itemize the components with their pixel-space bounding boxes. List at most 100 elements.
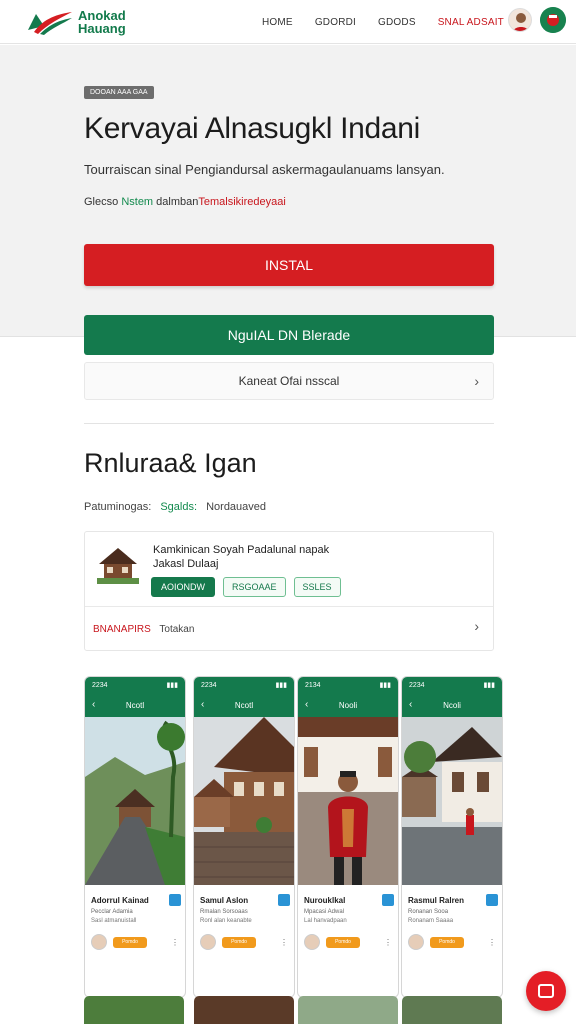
language-flag-icon[interactable] bbox=[540, 7, 566, 33]
phone-status-bar: 2234 ▮▮▮ bbox=[194, 677, 294, 693]
nav-item-2[interactable]: GDORDI bbox=[315, 17, 356, 28]
status-badge[interactable]: Pomdo bbox=[113, 936, 147, 948]
phone-place-name: Samul Aslon bbox=[200, 896, 249, 905]
more-icon[interactable]: ⋮ bbox=[171, 938, 179, 947]
hero-meta: Glecso Nstem dalmbanTemalsikiredeyaai bbox=[84, 196, 286, 208]
phone-footer: Pomdo ⋮ bbox=[408, 934, 496, 950]
chat-icon bbox=[538, 984, 554, 998]
phone-info: Rasmul Ralren Ronanan Sooa Ronanam Saaaa… bbox=[402, 890, 502, 950]
nav-accent-link[interactable]: SNAL ADSAIT bbox=[438, 17, 504, 28]
phone-mockup-2[interactable]: 2234 ▮▮▮ ‹ Ncotl Samul Aslon Rmalan Sorsoa… bbox=[193, 676, 295, 998]
avatar bbox=[408, 934, 424, 950]
phone-footer: Pomdo ⋮ bbox=[304, 934, 392, 950]
verified-badge-icon bbox=[278, 894, 290, 906]
phone-status-bar: 2134 ▮▮▮ bbox=[298, 677, 398, 693]
phone-photo-rain bbox=[402, 717, 502, 885]
phone-mockup-3[interactable]: 2134 ▮▮▮ ‹ Nooli Nurouklkal Mpacasi Adwal … bbox=[297, 676, 399, 998]
phone-info: Adorrul Kainad Pecclar Adamia Sasl atman… bbox=[85, 890, 185, 950]
more-icon[interactable]: ⋮ bbox=[384, 938, 392, 947]
card-footer-text: Totakan bbox=[159, 624, 195, 635]
chip-tertiary[interactable]: SSLES bbox=[293, 577, 341, 597]
next-row-photo-4 bbox=[402, 996, 502, 1024]
next-row-photo-2 bbox=[194, 996, 294, 1024]
phone-photo-house bbox=[194, 717, 294, 885]
phone-meta: Ronl alan keanabte bbox=[200, 918, 252, 924]
phone-location: Mpacasi Adwal bbox=[304, 909, 345, 915]
chevron-right-icon[interactable]: › bbox=[474, 618, 479, 634]
phone-location: Pecclar Adamia bbox=[91, 909, 133, 915]
phone-nav-bar: ‹ Nooli bbox=[298, 693, 398, 717]
back-icon[interactable]: ‹ bbox=[201, 699, 204, 710]
chip-secondary[interactable]: RSGOAAE bbox=[223, 577, 286, 597]
status-badge[interactable]: Pomdo bbox=[326, 936, 360, 948]
back-icon[interactable]: ‹ bbox=[305, 699, 308, 710]
back-icon[interactable]: ‹ bbox=[409, 699, 412, 710]
hero-subtitle: Tourraiscan sinal Pengiandursal askermag… bbox=[84, 162, 445, 177]
card-footer[interactable]: BNANAPIRS Totakan bbox=[93, 624, 194, 635]
section-meta-suffix: Nordauaved bbox=[206, 501, 267, 513]
card-title: Kamkinican Soyah Padalunal napak bbox=[153, 544, 330, 556]
section-meta: Patuminogas: Sgalds: Nordauaved bbox=[84, 501, 266, 513]
green-action-button[interactable]: NguIAL DN Blerade bbox=[84, 315, 494, 355]
signal-icon: ▮▮▮ bbox=[379, 682, 391, 689]
phone-time: 2234 bbox=[201, 681, 217, 689]
card-divider bbox=[85, 606, 493, 607]
back-icon[interactable]: ‹ bbox=[92, 699, 95, 710]
phone-nav-title: Ncotl bbox=[125, 700, 145, 710]
phone-nav-bar: ‹ Ncotl bbox=[85, 693, 185, 717]
avatar bbox=[304, 934, 320, 950]
nav-item-3[interactable]: GDODS bbox=[378, 17, 416, 28]
next-row-photo-1 bbox=[84, 996, 184, 1024]
signal-icon: ▮▮▮ bbox=[483, 682, 495, 689]
phone-place-name: Rasmul Ralren bbox=[408, 896, 465, 905]
brand-name: Anokad Hauang bbox=[78, 9, 126, 35]
chip-primary[interactable]: AOIONDW bbox=[151, 577, 215, 597]
traditional-house-thumbnail bbox=[95, 542, 141, 588]
verified-badge-icon bbox=[169, 894, 181, 906]
brand-logo[interactable]: Anokad Hauang bbox=[26, 6, 136, 38]
phone-info: Samul Aslon Rmalan Sorsoaas Ronl alan ke… bbox=[194, 890, 294, 950]
phone-mockup-4[interactable]: 2234 ▮▮▮ ‹ Ncoli Rasmul Ralren Ronanan Soo… bbox=[401, 676, 503, 998]
phone-nav-title: Ncotl bbox=[234, 700, 254, 710]
info-card: Kamkinican Soyah Padalunal napak Jakasl … bbox=[84, 531, 494, 651]
main-nav: HOME GDORDI GDODS SNAL ADSAIT bbox=[262, 0, 518, 44]
more-icon[interactable]: ⋮ bbox=[280, 938, 288, 947]
hero-meta-red[interactable]: Temalsikiredeyaai bbox=[198, 196, 285, 208]
hero-meta-mid: dalmban bbox=[156, 196, 199, 208]
section-title: Rnluraa& Igan bbox=[84, 448, 257, 478]
phone-photo-road bbox=[85, 717, 185, 885]
next-row-photo-3 bbox=[298, 996, 398, 1024]
phone-place-name: Nurouklkal bbox=[304, 896, 346, 905]
nav-home[interactable]: HOME bbox=[262, 17, 293, 28]
verified-badge-icon bbox=[486, 894, 498, 906]
phone-time: 2134 bbox=[305, 681, 321, 689]
phone-mockup-1[interactable]: 2234 ▮▮▮ ‹ Ncotl Adorrul Kainad Pecclar Ad… bbox=[84, 676, 186, 998]
phone-nav-bar: ‹ Ncotl bbox=[194, 693, 294, 717]
brand-name-line2: Hauang bbox=[78, 21, 126, 36]
phone-status-bar: 2234 ▮▮▮ bbox=[402, 677, 502, 693]
section-meta-green[interactable]: Sgalds: bbox=[160, 501, 197, 513]
phone-status-bar: 2234 ▮▮▮ bbox=[85, 677, 185, 693]
hero-tag: DOOAN AAA GAA bbox=[84, 86, 154, 99]
avatar bbox=[91, 934, 107, 950]
link-row[interactable]: Kaneat Ofai nsscal › bbox=[84, 362, 494, 400]
status-badge[interactable]: Pomdo bbox=[222, 936, 256, 948]
phone-location: Rmalan Sorsoaas bbox=[200, 909, 248, 915]
page-title: Kervayai Alnasugkl Indani bbox=[84, 112, 421, 145]
hero-meta-prefix: Glecso bbox=[84, 196, 119, 208]
hero-meta-green[interactable]: Nstem bbox=[121, 196, 153, 208]
avatar bbox=[200, 934, 216, 950]
more-icon[interactable]: ⋮ bbox=[488, 938, 496, 947]
chat-fab-button[interactable] bbox=[526, 971, 566, 1011]
section-divider bbox=[84, 423, 494, 424]
phone-place-name: Adorrul Kainad bbox=[91, 896, 149, 905]
avatar-icon bbox=[512, 13, 530, 31]
brand-logo-icon bbox=[28, 12, 72, 35]
status-badge[interactable]: Pomdo bbox=[430, 936, 464, 948]
card-footer-red: BNANAPIRS bbox=[93, 624, 151, 635]
phone-time: 2234 bbox=[92, 681, 108, 689]
install-button[interactable]: INSTAL bbox=[84, 244, 494, 286]
user-avatar[interactable] bbox=[508, 8, 532, 32]
phone-footer: Pomdo ⋮ bbox=[91, 934, 179, 950]
chevron-right-icon: › bbox=[474, 373, 479, 389]
